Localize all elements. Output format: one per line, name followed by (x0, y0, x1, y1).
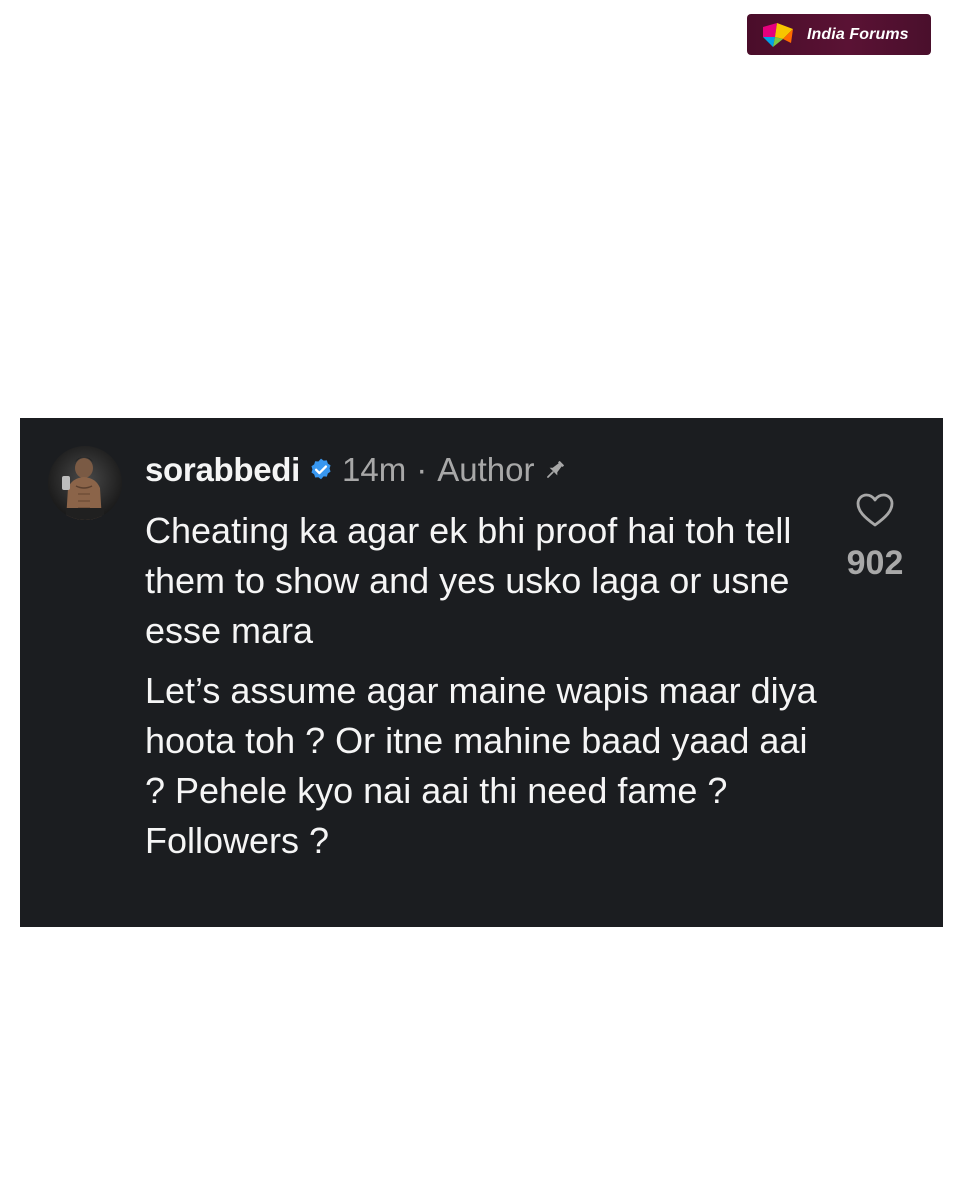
comment-paragraph-2: Let’s assume agar maine wapis maar diya … (145, 670, 817, 861)
comment-header: sorabbedi 14m · Author (145, 450, 568, 490)
verified-badge-icon (311, 458, 331, 480)
brand-name: India Forums (807, 25, 909, 43)
like-section: 902 (820, 492, 930, 583)
india-forums-logo-icon (763, 22, 793, 47)
username[interactable]: sorabbedi (145, 451, 300, 489)
page: India Forums sorabbedi 14m · Author Chea… (0, 0, 960, 1200)
avatar[interactable] (48, 446, 122, 520)
comment-body: Cheating ka agar ek bhi proof hai toh te… (145, 506, 835, 876)
comment-card: sorabbedi 14m · Author Cheating ka agar … (20, 418, 943, 927)
comment-paragraph-1: Cheating ka agar ek bhi proof hai toh te… (145, 510, 792, 651)
comment-time: 14m (342, 451, 407, 488)
heart-icon[interactable] (855, 492, 895, 528)
author-label: Author (437, 451, 535, 488)
like-count: 902 (846, 544, 904, 582)
pin-icon (547, 461, 565, 478)
profile-photo (48, 446, 122, 520)
separator-dot: · (416, 451, 428, 488)
india-forums-watermark: India Forums (747, 14, 931, 55)
